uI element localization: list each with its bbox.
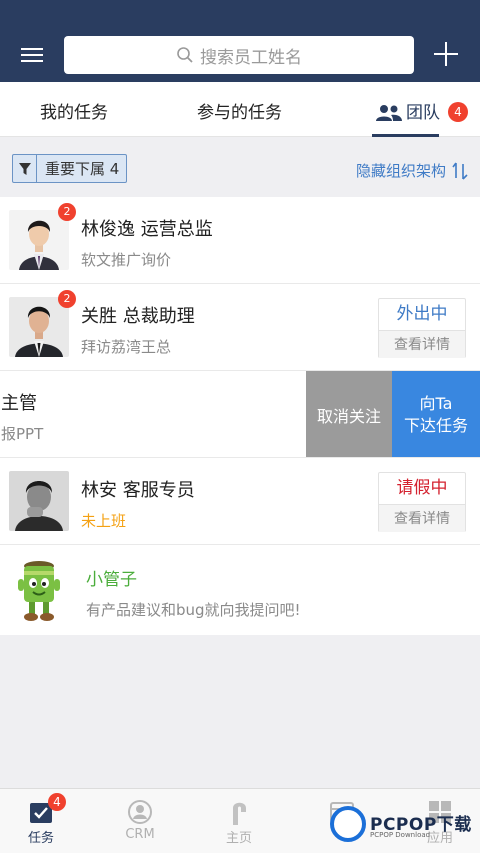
unread-badge: 2: [58, 203, 76, 221]
tab-joined-tasks[interactable]: 参与的任务: [197, 82, 282, 137]
member-task: 报PPT: [1, 425, 44, 443]
org-toggle-label: 隐藏组织架构: [355, 162, 446, 180]
status-label: 外出中: [396, 304, 448, 324]
member-task: 拜访荔湾王总: [81, 338, 172, 356]
search-placeholder: 搜索员工姓名: [200, 47, 302, 68]
bot-name: 小管子: [86, 570, 137, 590]
unread-badge: 2: [58, 290, 76, 308]
tab-team-badge: 4: [448, 102, 468, 122]
pcpop-watermark-logo: PCPOP下载 PCPOP Download: [330, 804, 480, 848]
bot-message: 有产品建议和bug就向我提问吧!: [86, 601, 301, 619]
search-icon: [177, 47, 193, 63]
menu-icon[interactable]: [18, 44, 46, 68]
assign-label-line2: 下达任务: [403, 415, 468, 435]
member-name: 林安 客服专员: [81, 480, 195, 501]
list-item[interactable]: 林安 客服专员 未上班 请假中 查看详情: [0, 458, 480, 545]
filter-label: 重要下属 4: [45, 160, 120, 178]
nav-crm[interactable]: CRM: [100, 797, 180, 842]
list-item[interactable]: 2 关胜 总裁助理 拜访荔湾王总 外出中 查看详情: [0, 284, 480, 371]
swiped-content: 主管 报PPT: [0, 371, 320, 457]
list-item[interactable]: 2 林俊逸 运营总监 软文推广询价: [0, 197, 480, 284]
assistant-bot-item[interactable]: 小管子 有产品建议和bug就向我提问吧!: [0, 545, 480, 635]
status-card[interactable]: 请假中 查看详情: [378, 472, 466, 532]
app-header: 搜索员工姓名: [0, 0, 480, 82]
sort-icon: [452, 162, 468, 180]
tab-my-tasks[interactable]: 我的任务: [40, 82, 108, 137]
avatar: [9, 210, 69, 270]
search-input[interactable]: 搜索员工姓名: [64, 36, 414, 74]
member-name: 关胜 总裁助理: [81, 306, 195, 327]
add-icon[interactable]: [432, 40, 460, 68]
view-details-button[interactable]: 查看详情: [379, 330, 465, 358]
nav-tasks[interactable]: 任务 4: [1, 793, 81, 846]
nav-home[interactable]: 主页: [199, 797, 279, 846]
tab-active-indicator: [372, 134, 439, 137]
member-task: 软文推广询价: [81, 251, 172, 269]
unfollow-button[interactable]: 取消关注: [306, 371, 392, 457]
filter-icon: [18, 162, 31, 175]
team-member-list: 2 林俊逸 运营总监 软文推广询价 2 关胜 总裁助理 拜访荔湾王总 外出中 查…: [0, 197, 480, 635]
bot-mascot-icon: [14, 559, 64, 623]
team-icon: [376, 104, 402, 121]
home-icon: [233, 802, 246, 825]
tab-team[interactable]: 团队: [376, 82, 440, 137]
avatar: [9, 297, 69, 357]
list-item-swiped[interactable]: 主管 报PPT 取消关注 向Ta 下达任务: [0, 371, 480, 458]
member-name: 林俊逸 运营总监: [81, 219, 213, 240]
tab-bar: 我的任务 参与的任务 团队 4: [0, 82, 480, 137]
status-label: 请假中: [396, 478, 448, 498]
avatar: [9, 471, 69, 531]
member-status-text: 未上班: [81, 512, 127, 530]
assign-label-line1: 向Ta: [419, 393, 453, 413]
view-details-button[interactable]: 查看详情: [379, 504, 465, 532]
filter-chip[interactable]: 重要下属 4: [12, 154, 128, 183]
assign-task-button[interactable]: 向Ta 下达任务: [392, 371, 480, 457]
watermark-small-text: PCPOP Download: [370, 831, 431, 839]
member-name: 主管: [1, 393, 37, 414]
hide-org-structure-toggle[interactable]: 隐藏组织架构: [356, 160, 468, 181]
nav-crm-label: CRM: [125, 827, 155, 842]
crm-icon: [128, 800, 152, 824]
nav-home-label: 主页: [225, 831, 252, 846]
nav-tasks-badge: 4: [48, 793, 66, 811]
nav-tasks-label: 任务: [27, 831, 54, 846]
status-card[interactable]: 外出中 查看详情: [378, 298, 466, 358]
